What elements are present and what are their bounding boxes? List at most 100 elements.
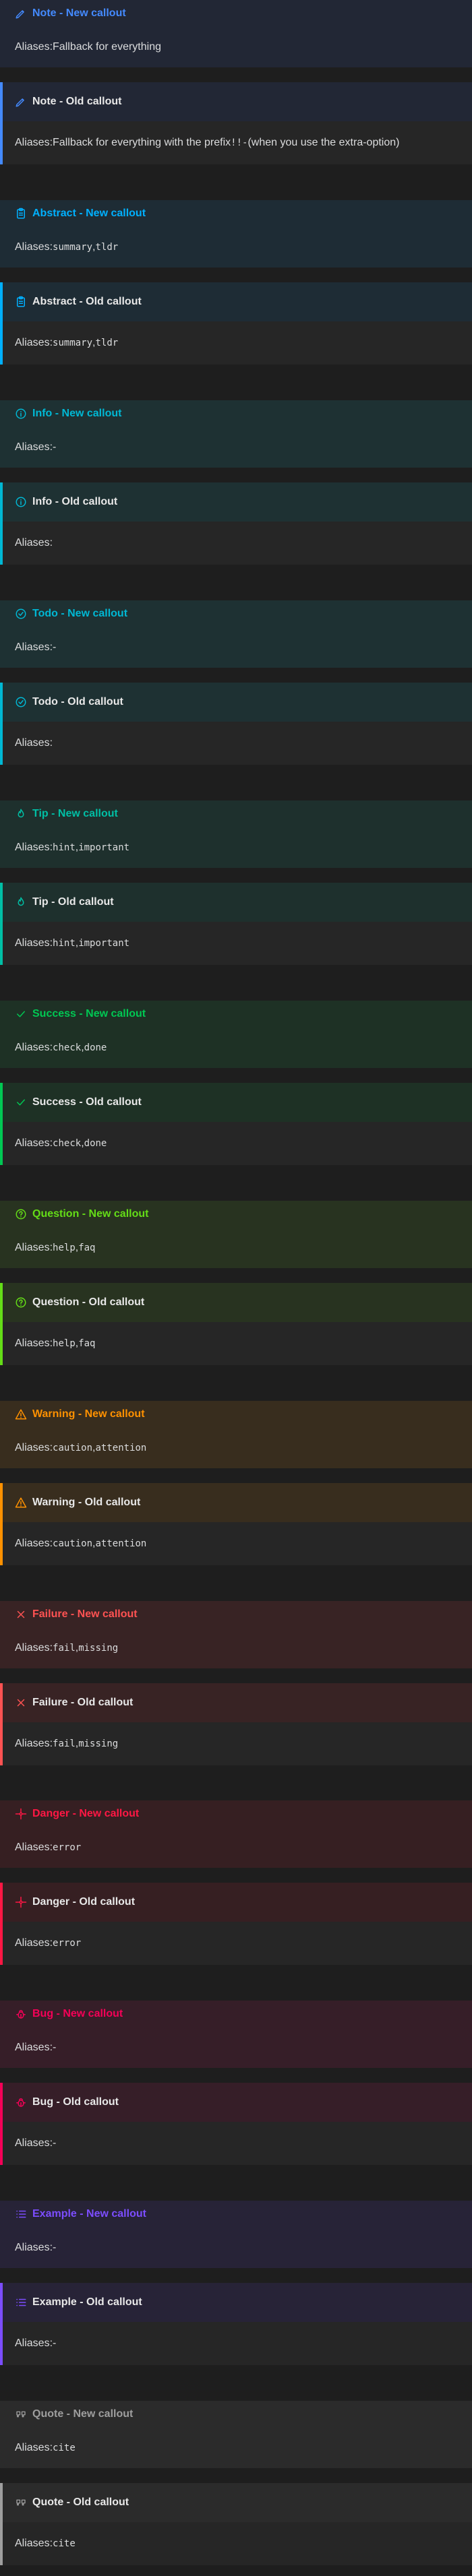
aliases-label: Aliases: xyxy=(15,737,53,749)
info-icon xyxy=(15,408,27,420)
callout-title[interactable]: Example - Old callout xyxy=(3,2283,472,2322)
aliases-label: Aliases: xyxy=(15,2042,53,2053)
callout-body: Aliases: summary, tldr xyxy=(3,321,472,365)
alias-code: missing xyxy=(78,1643,119,1654)
alias-code: attention xyxy=(95,1538,147,1549)
callout-todo-new: Todo - New callout Aliases: - xyxy=(0,600,472,668)
callout-title[interactable]: Question - Old callout xyxy=(3,1283,472,1322)
callout-warning-old: Warning - Old callout Aliases: caution, a… xyxy=(0,1483,472,1565)
callout-body: Aliases: - xyxy=(3,2122,472,2165)
callout-question-new: Question - New callout Aliases: help, faq xyxy=(0,1201,472,1268)
aliases-label: Aliases: xyxy=(15,2442,53,2453)
callout-example-new: Example - New callout Aliases: - xyxy=(0,2201,472,2268)
callout-title-text: Failure - Old callout xyxy=(32,1697,134,1708)
callout-body: Aliases: caution, attention xyxy=(3,1522,472,1565)
alias-code: cite xyxy=(53,2443,76,2453)
callout-title[interactable]: Info - New callout xyxy=(0,400,472,427)
callout-bug-old: Bug - Old callout Aliases: - xyxy=(0,2083,472,2165)
callout-title[interactable]: Warning - New callout xyxy=(0,1401,472,1428)
callout-quote-old: Quote - Old callout Aliases: cite xyxy=(0,2483,472,2565)
alias-code: tldr xyxy=(95,338,119,348)
callout-title-text: Note - New callout xyxy=(32,7,126,19)
callout-title[interactable]: Quote - New callout xyxy=(0,2401,472,2428)
callout-title[interactable]: Example - New callout xyxy=(0,2201,472,2228)
callout-title[interactable]: Danger - New callout xyxy=(0,1800,472,1827)
zap-icon xyxy=(15,1896,27,1908)
callout-title[interactable]: Abstract - Old callout xyxy=(3,282,472,321)
alias-text: - xyxy=(53,2137,57,2149)
aliases-label: Aliases: xyxy=(15,2538,53,2549)
alert-triangle-icon xyxy=(15,1408,27,1420)
callout-body: Aliases: cite xyxy=(3,2522,472,2565)
callout-info-old: Info - Old callout Aliases: xyxy=(0,482,472,565)
alias-text: - xyxy=(53,2337,57,2349)
aliases-label: Aliases: xyxy=(15,337,53,348)
callout-title[interactable]: Note - New callout xyxy=(0,0,472,27)
callout-bug-new: Bug - New callout Aliases: - xyxy=(0,2001,472,2068)
callout-title-text: Question - Old callout xyxy=(32,1296,145,1308)
alias-text: Fallback for everything xyxy=(53,41,161,53)
callout-title[interactable]: Failure - Old callout xyxy=(3,1683,472,1722)
aliases-label: Aliases: xyxy=(15,1738,53,1749)
alias-code: error xyxy=(53,1842,82,1853)
callout-body: Aliases: xyxy=(3,722,472,765)
callout-title[interactable]: Success - Old callout xyxy=(3,1083,472,1122)
callout-title[interactable]: Note - Old callout xyxy=(3,82,472,121)
callout-title[interactable]: Todo - New callout xyxy=(0,600,472,627)
alias-code: fail xyxy=(53,1643,76,1654)
alias-code: check xyxy=(53,1042,82,1053)
callout-title[interactable]: Todo - Old callout xyxy=(3,683,472,722)
aliases-label: Aliases: xyxy=(15,441,53,453)
callout-todo-old: Todo - Old callout Aliases: xyxy=(0,683,472,765)
callout-title[interactable]: Tip - Old callout xyxy=(3,883,472,922)
alert-triangle-icon xyxy=(15,1497,27,1509)
aliases-label: Aliases: xyxy=(15,41,53,53)
clipboard-icon xyxy=(15,208,27,220)
callout-title-text: Danger - Old callout xyxy=(32,1896,136,1908)
callout-note-old: Note - Old callout Aliases: Fallback for … xyxy=(0,82,472,164)
aliases-label: Aliases: xyxy=(15,1338,53,1349)
callout-question-old: Question - Old callout Aliases: help, faq xyxy=(0,1283,472,1365)
alias-code: help xyxy=(53,1338,76,1349)
alias-code: caution xyxy=(53,1538,93,1549)
alias-code: done xyxy=(84,1042,107,1053)
alias-code: caution xyxy=(53,1443,93,1453)
callout-title[interactable]: Warning - Old callout xyxy=(3,1483,472,1522)
callout-danger-old: Danger - Old callout Aliases: error xyxy=(0,1883,472,1965)
prefix-code: !!- xyxy=(231,137,248,148)
callout-title[interactable]: Tip - New callout xyxy=(0,800,472,827)
callout-success-new: Success - New callout Aliases: check, don… xyxy=(0,1001,472,1068)
callout-title[interactable]: Failure - New callout xyxy=(0,1601,472,1628)
callout-title-text: Success - New callout xyxy=(32,1008,146,1019)
alias-code: attention xyxy=(95,1443,147,1453)
callout-body: Aliases: - xyxy=(0,627,472,668)
callout-title[interactable]: Question - New callout xyxy=(0,1201,472,1228)
alias-code: help xyxy=(53,1243,76,1253)
callout-title[interactable]: Bug - Old callout xyxy=(3,2083,472,2122)
callout-title-text: Info - Old callout xyxy=(32,496,118,507)
alias-text: Fallback for everything with the prefix xyxy=(53,137,231,148)
bug-icon xyxy=(15,2008,27,2020)
aliases-label: Aliases: xyxy=(15,2337,53,2349)
callout-title[interactable]: Success - New callout xyxy=(0,1001,472,1028)
callout-warning-new: Warning - New callout Aliases: caution, a… xyxy=(0,1401,472,1468)
callout-body: Aliases: - xyxy=(0,427,472,468)
callout-title[interactable]: Danger - Old callout xyxy=(3,1883,472,1922)
help-circle-icon xyxy=(15,1208,27,1220)
quote-icon xyxy=(15,2496,27,2509)
alias-code: check xyxy=(53,1138,82,1149)
callout-title[interactable]: Quote - Old callout xyxy=(3,2483,472,2522)
callout-title-text: Abstract - New callout xyxy=(32,208,146,219)
x-icon xyxy=(15,1697,27,1709)
callout-body: Aliases: help, faq xyxy=(3,1322,472,1365)
alias-code: important xyxy=(78,938,130,949)
flame-icon xyxy=(15,808,27,820)
callout-body: Aliases: hint, important xyxy=(3,922,472,965)
callout-title[interactable]: Info - Old callout xyxy=(3,482,472,522)
callout-title-text: Tip - New callout xyxy=(32,808,118,819)
aliases-label: Aliases: xyxy=(15,1137,53,1149)
callout-body: Aliases: help, faq xyxy=(0,1228,472,1268)
callout-body: Aliases: error xyxy=(0,1827,472,1868)
callout-title[interactable]: Bug - New callout xyxy=(0,2001,472,2028)
callout-title[interactable]: Abstract - New callout xyxy=(0,200,472,227)
